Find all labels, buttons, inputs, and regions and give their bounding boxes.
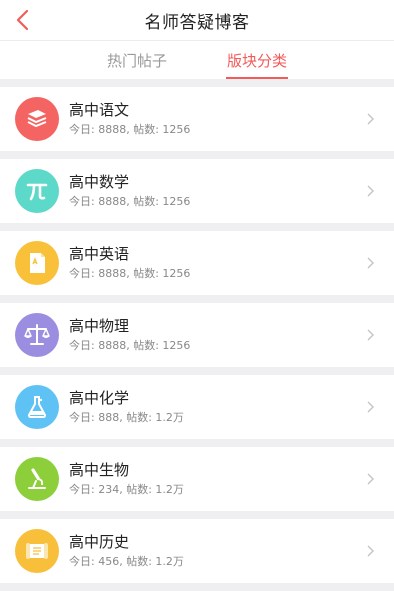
- category-list: 高中语文 今日: 8888, 帖数: 1256 高中数学 今日: 8888, 帖…: [0, 87, 394, 591]
- category-item-physics[interactable]: 高中物理 今日: 8888, 帖数: 1256: [0, 303, 394, 367]
- category-stats: 今日: 888, 帖数: 1.2万: [69, 411, 184, 424]
- category-name: 高中化学: [69, 389, 130, 407]
- back-button[interactable]: [8, 6, 36, 34]
- today-count: 今日: 456: [69, 555, 120, 568]
- category-avatar: [15, 385, 59, 429]
- microscope-icon: [28, 468, 46, 489]
- category-stats: 今日: 456, 帖数: 1.2万: [69, 555, 184, 568]
- app-header: 名师答疑博客: [0, 0, 394, 41]
- chevron-right-icon: [367, 257, 374, 269]
- category-name: 高中数学: [69, 173, 130, 191]
- post-count: 帖数: 1.2万: [126, 411, 184, 424]
- chevron-right-icon: [367, 113, 374, 125]
- today-count: 今日: 888: [69, 411, 120, 424]
- category-name: 高中生物: [69, 461, 130, 479]
- today-count: 今日: 8888: [69, 339, 127, 352]
- category-avatar: [15, 457, 59, 501]
- page-title: 名师答疑博客: [144, 12, 250, 33]
- category-name: 高中物理: [69, 317, 130, 335]
- post-count: 帖数: 1256: [133, 123, 191, 136]
- active-tab-indicator: [226, 77, 288, 79]
- category-avatar: [15, 97, 59, 141]
- category-avatar: [15, 169, 59, 213]
- post-count: 帖数: 1.2万: [126, 555, 184, 568]
- post-count: 帖数: 1256: [133, 339, 191, 352]
- category-stats: 今日: 8888, 帖数: 1256: [69, 267, 191, 280]
- books-icon: [27, 110, 47, 128]
- today-count: 今日: 234: [69, 483, 120, 496]
- chevron-right-icon: [367, 545, 374, 557]
- today-count: 今日: 8888: [69, 195, 127, 208]
- category-stats: 今日: 234, 帖数: 1.2万: [69, 483, 184, 496]
- tab-label: 热门帖子: [106, 51, 167, 70]
- post-count: 帖数: 1.2万: [126, 483, 184, 496]
- category-avatar: [15, 529, 59, 573]
- tab-bar: 热门帖子 版块分类: [0, 41, 394, 79]
- tab-categories[interactable]: 版块分类: [197, 41, 317, 79]
- category-item-math[interactable]: 高中数学 今日: 8888, 帖数: 1256: [0, 159, 394, 223]
- post-count: 帖数: 1256: [133, 267, 191, 280]
- category-avatar: [15, 241, 59, 285]
- flask-icon: [27, 396, 47, 418]
- category-stats: 今日: 8888, 帖数: 1256: [69, 123, 191, 136]
- category-item-chinese[interactable]: 高中语文 今日: 8888, 帖数: 1256: [0, 87, 394, 151]
- chevron-left-icon: [16, 9, 29, 31]
- category-item-history[interactable]: 高中历史 今日: 456, 帖数: 1.2万: [0, 519, 394, 583]
- category-avatar: [15, 313, 59, 357]
- category-item-english[interactable]: 高中英语 今日: 8888, 帖数: 1256: [0, 231, 394, 295]
- today-count: 今日: 8888: [69, 267, 127, 280]
- tab-label: 版块分类: [226, 51, 287, 70]
- scale-icon: [24, 324, 50, 345]
- category-stats: 今日: 8888, 帖数: 1256: [69, 195, 191, 208]
- category-name: 高中历史: [69, 533, 130, 551]
- pi-icon: [26, 183, 48, 201]
- document-icon: [30, 253, 45, 273]
- category-stats: 今日: 8888, 帖数: 1256: [69, 339, 191, 352]
- category-item-biology[interactable]: 高中生物 今日: 234, 帖数: 1.2万: [0, 447, 394, 511]
- scroll-icon: [26, 543, 48, 559]
- category-name: 高中语文: [69, 101, 130, 119]
- chevron-right-icon: [367, 329, 374, 341]
- post-count: 帖数: 1256: [133, 195, 191, 208]
- category-item-chemistry[interactable]: 高中化学 今日: 888, 帖数: 1.2万: [0, 375, 394, 439]
- category-name: 高中英语: [69, 245, 130, 263]
- chevron-right-icon: [367, 185, 374, 197]
- chevron-right-icon: [367, 401, 374, 413]
- chevron-right-icon: [367, 473, 374, 485]
- tab-hot-posts[interactable]: 热门帖子: [77, 41, 197, 79]
- today-count: 今日: 8888: [69, 123, 127, 136]
